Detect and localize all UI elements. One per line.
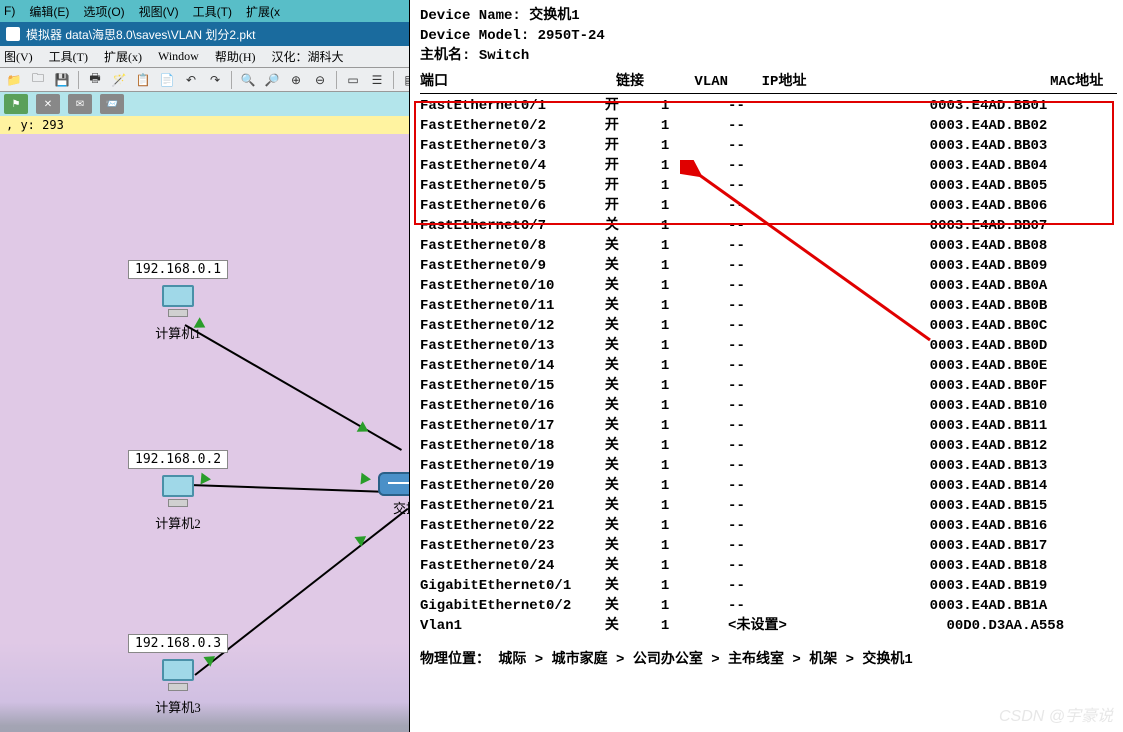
pc-icon [158,475,198,511]
port-row[interactable]: FastEthernet0/18 关 1 -- 0003.E4AD.BB12 [420,436,1117,456]
menu-extend[interactable]: 扩展(x [246,3,280,20]
device-name-row: Device Name: 交换机1 [420,6,1117,26]
copy-icon[interactable]: 📋 [133,70,153,90]
menu2-help[interactable]: 帮助(H) [215,48,256,65]
device-pc3[interactable]: 192.168.0.3 计算机3 [128,634,228,716]
link-status-icon [354,531,369,547]
port-row[interactable]: FastEthernet0/3 开 1 -- 0003.E4AD.BB03 [420,136,1117,156]
port-row[interactable]: FastEthernet0/6 开 1 -- 0003.E4AD.BB06 [420,196,1117,216]
redo-icon[interactable]: ↷ [205,70,225,90]
port-row[interactable]: GigabitEthernet0/1 关 1 -- 0003.E4AD.BB19 [420,576,1117,596]
zoom-fit-icon[interactable]: ⊕ [286,70,306,90]
port-row[interactable]: FastEthernet0/16 关 1 -- 0003.E4AD.BB10 [420,396,1117,416]
port-row[interactable]: Vlan1 关 1 <未设置> 00D0.D3AA.A558 [420,616,1117,636]
menu2-view[interactable]: 图(V) [4,48,33,65]
menu-options[interactable]: 选项(O) [83,3,124,20]
device-pc2[interactable]: 192.168.0.2 计算机2 [128,450,228,532]
device-label: 计算机3 [128,697,228,716]
menu-edit[interactable]: 编辑(E) [29,3,69,20]
port-row[interactable]: FastEthernet0/4 开 1 -- 0003.E4AD.BB04 [420,156,1117,176]
device-pc1[interactable]: 192.168.0.1 计算机1 [128,260,228,342]
pc-icon [158,659,198,695]
port-row[interactable]: FastEthernet0/14 关 1 -- 0003.E4AD.BB0E [420,356,1117,376]
location-row: 物理位置： 城际 > 城市家庭 > 公司办公室 > 主布线室 > 机架 > 交换… [420,650,1117,670]
port-row[interactable]: FastEthernet0/20 关 1 -- 0003.E4AD.BB14 [420,476,1117,496]
link-status-icon [360,473,371,486]
menu-view[interactable]: 视图(V) [139,3,179,20]
save-icon[interactable]: 💾 [52,70,72,90]
port-row[interactable]: FastEthernet0/8 关 1 -- 0003.E4AD.BB08 [420,236,1117,256]
separator [231,71,232,89]
link-pc1-sw[interactable] [185,324,403,451]
list-icon[interactable]: ☰ [367,70,387,90]
menu2-window[interactable]: Window [158,49,199,64]
separator [336,71,337,89]
separator [393,71,394,89]
rect-icon[interactable]: ▭ [343,70,363,90]
port-row[interactable]: FastEthernet0/2 开 1 -- 0003.E4AD.BB02 [420,116,1117,136]
flag-icon[interactable]: ⚑ [4,94,28,114]
zoom-out-icon[interactable]: 🔎 [262,70,282,90]
port-row[interactable]: FastEthernet0/19 关 1 -- 0003.E4AD.BB13 [420,456,1117,476]
cursor-position: , y: 293 [6,118,64,132]
port-row[interactable]: GigabitEthernet0/2 关 1 -- 0003.E4AD.BB1A [420,596,1117,616]
menu2-tools[interactable]: 工具(T) [49,48,88,65]
port-row[interactable]: FastEthernet0/21 关 1 -- 0003.E4AD.BB15 [420,496,1117,516]
folder-icon[interactable]: 📁 [4,70,24,90]
port-row[interactable]: FastEthernet0/5 开 1 -- 0003.E4AD.BB05 [420,176,1117,196]
port-row[interactable]: FastEthernet0/22 关 1 -- 0003.E4AD.BB16 [420,516,1117,536]
port-table-body: FastEthernet0/1 开 1 -- 0003.E4AD.BB01Fas… [420,96,1117,636]
app-icon [6,27,20,41]
port-row[interactable]: FastEthernet0/11 关 1 -- 0003.E4AD.BB0B [420,296,1117,316]
mail-icon[interactable]: ✉ [68,94,92,114]
port-row[interactable]: FastEthernet0/24 关 1 -- 0003.E4AD.BB18 [420,556,1117,576]
zoom-reset-icon[interactable]: ⊖ [310,70,330,90]
port-table: 端口 链接 VLAN IP地址 MAC地址 FastEthernet0/1 开 … [420,72,1117,636]
zoom-in-icon[interactable]: 🔍 [238,70,258,90]
paste-icon[interactable]: 📄 [157,70,177,90]
ip-label: 192.168.0.2 [128,450,228,469]
menu-file[interactable]: F) [4,4,15,18]
port-row[interactable]: FastEthernet0/13 关 1 -- 0003.E4AD.BB0D [420,336,1117,356]
port-row[interactable]: FastEthernet0/23 关 1 -- 0003.E4AD.BB17 [420,536,1117,556]
menu-tools[interactable]: 工具(T) [193,3,232,20]
port-row[interactable]: FastEthernet0/9 关 1 -- 0003.E4AD.BB09 [420,256,1117,276]
device-label: 计算机1 [128,323,228,342]
open-icon[interactable]: 🗀 [28,70,48,90]
port-row[interactable]: FastEthernet0/17 关 1 -- 0003.E4AD.BB11 [420,416,1117,436]
ip-label: 192.168.0.3 [128,634,228,653]
port-row[interactable]: FastEthernet0/15 关 1 -- 0003.E4AD.BB0F [420,376,1117,396]
ip-label: 192.168.0.1 [128,260,228,279]
window-title: 模拟器 data\海思8.0\saves\VLAN 划分2.pkt [26,26,255,43]
menu2-lang: 汉化：湖科大 [272,48,344,65]
undo-icon[interactable]: ↶ [181,70,201,90]
hostname-row: 主机名: Switch [420,46,1117,66]
port-row[interactable]: FastEthernet0/12 关 1 -- 0003.E4AD.BB0C [420,316,1117,336]
port-row[interactable]: FastEthernet0/10 关 1 -- 0003.E4AD.BB0A [420,276,1117,296]
pc-icon [158,285,198,321]
port-table-header: 端口 链接 VLAN IP地址 MAC地址 [420,72,1117,94]
device-info-panel: Device Name: 交换机1 Device Model: 2950T-24… [409,0,1123,732]
menu2-extend[interactable]: 扩展(x) [104,48,142,65]
separator [78,71,79,89]
print-icon[interactable]: 🖶 [85,70,105,90]
mail-open-icon[interactable]: 📨 [100,94,124,114]
wand-icon[interactable]: 🪄 [109,70,129,90]
watermark: CSDN @宇豪说 [999,702,1113,726]
device-model-row: Device Model: 2950T-24 [420,26,1117,46]
port-row[interactable]: FastEthernet0/1 开 1 -- 0003.E4AD.BB01 [420,96,1117,116]
device-label: 计算机2 [128,513,228,532]
delete-icon[interactable]: ✕ [36,94,60,114]
port-row[interactable]: FastEthernet0/7 关 1 -- 0003.E4AD.BB07 [420,216,1117,236]
